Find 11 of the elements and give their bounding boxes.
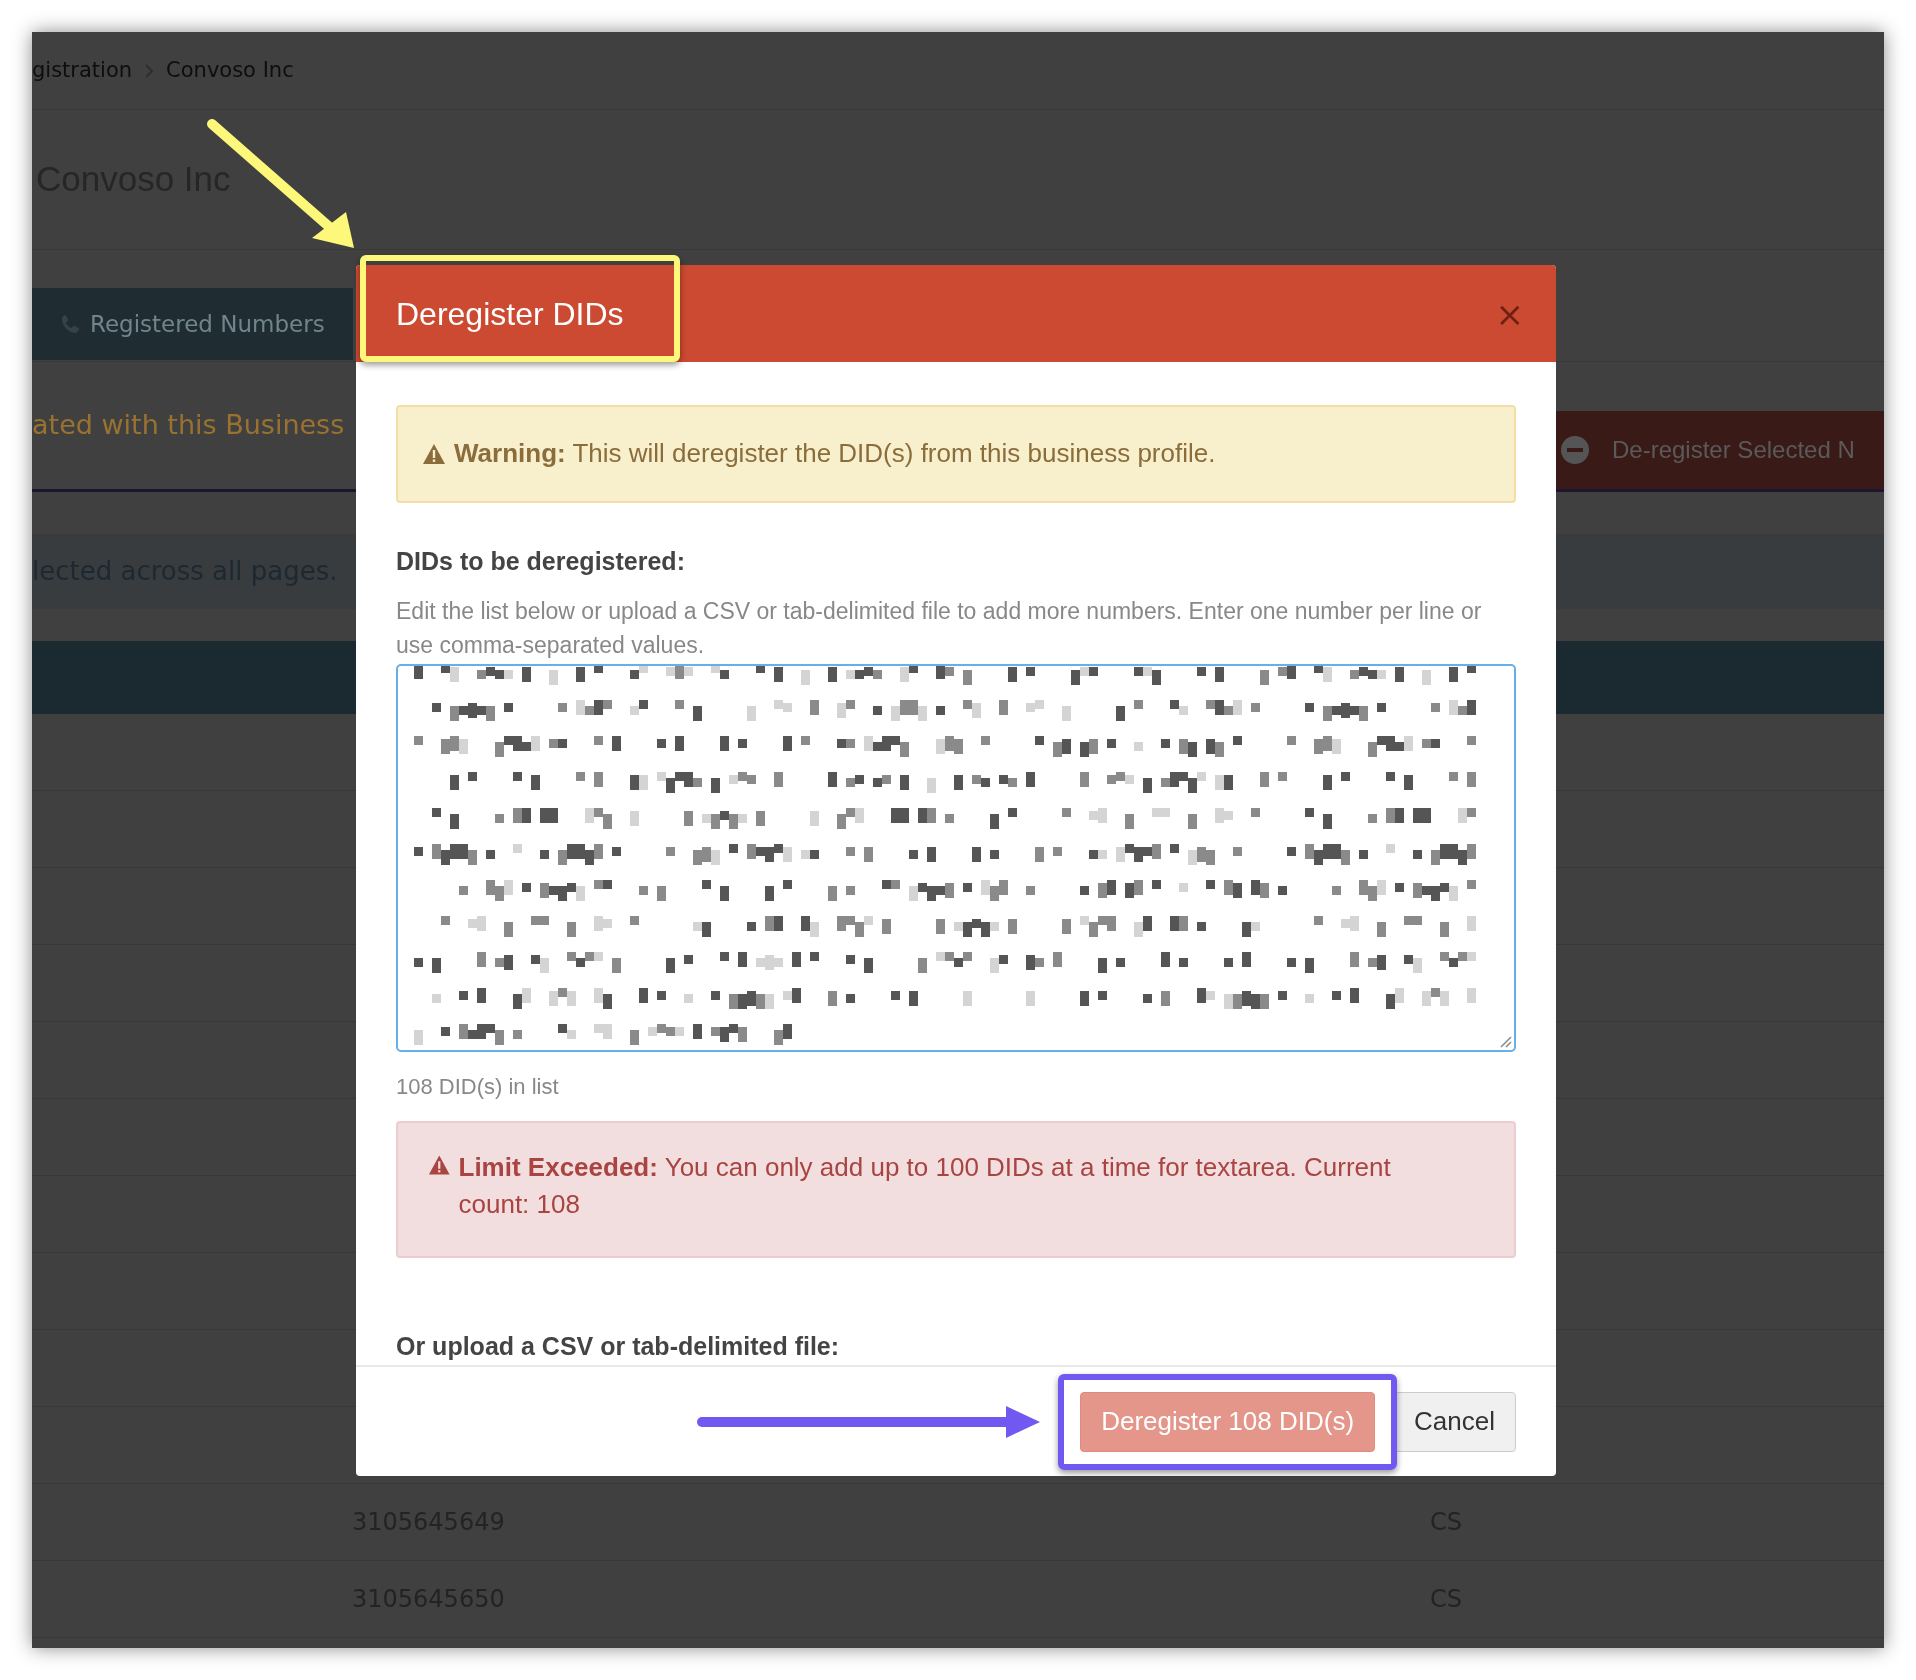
list-label: DIDs to be deregistered: xyxy=(396,545,686,577)
deregister-selected-button[interactable]: De-register Selected N xyxy=(1556,411,1884,489)
warning-message: Warning: This will deregister the DID(s) from this business profile. xyxy=(454,437,1216,471)
close-button[interactable]: × xyxy=(1495,296,1524,331)
modal-title: Deregister DIDs xyxy=(396,294,624,334)
help-text: Edit the list below or upload a CSV or tab-delimited file to add more numbers. Enter one number per line or use comma-separated values. xyxy=(396,597,1483,661)
tab[interactable]: Registered Numbers xyxy=(32,288,353,360)
error-message: Limit Exceeded: You can only add up to 100 DIDs at a time for textarea. Current count: 108 xyxy=(458,1151,1392,1222)
section-heading: ated with this Business xyxy=(32,408,345,443)
count-text: 108 DID(s) in list xyxy=(396,1073,560,1102)
upload-label: Or upload a CSV or tab-delimited file: xyxy=(396,1330,841,1362)
